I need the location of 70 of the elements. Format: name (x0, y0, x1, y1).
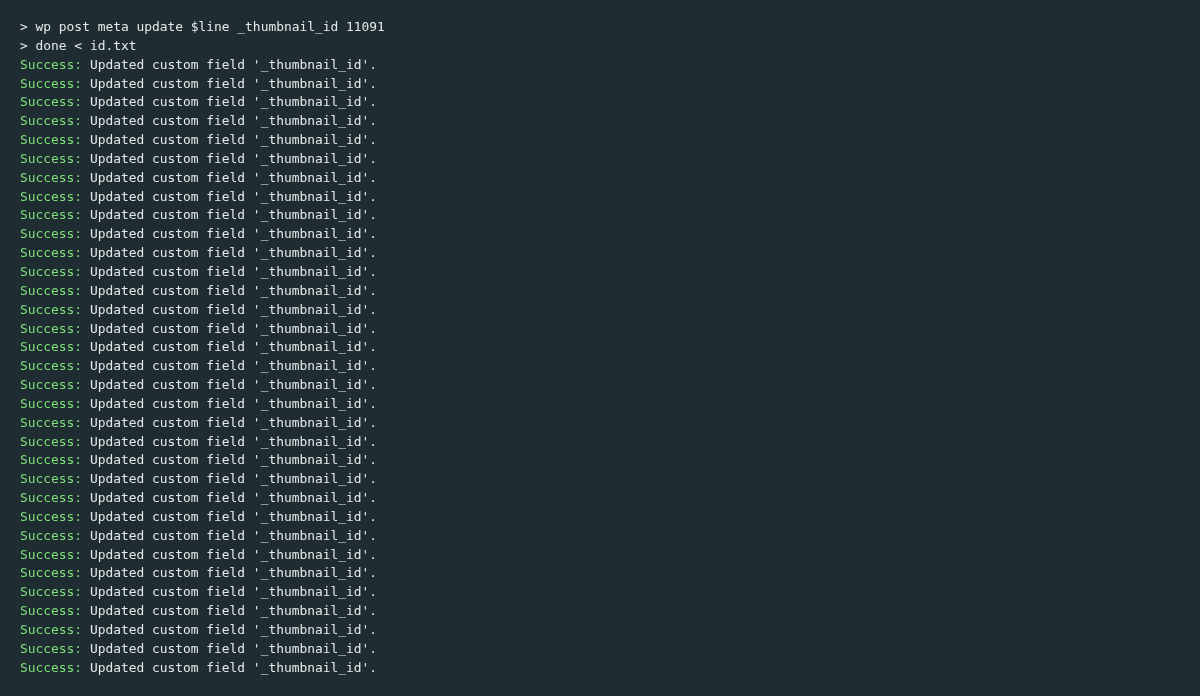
status-label: Success: (20, 93, 83, 112)
output-text: Updated custom field '_thumbnail_id'. (89, 621, 378, 639)
status-label: Success: (20, 55, 83, 74)
output-text: Updated custom field '_thumbnail_id'. (89, 470, 378, 489)
status-label: Success: (20, 526, 83, 545)
output-text: Updated custom field '_thumbnail_id'. (89, 489, 378, 508)
output-text: Updated custom field '_thumbnail_id'. (89, 149, 378, 168)
status-label: Success: (20, 338, 83, 357)
status-label: Success: (20, 112, 83, 131)
status-label: Success: (20, 451, 83, 470)
output-text: Updated custom field '_thumbnail_id'. (89, 225, 378, 244)
output-text: Updated custom field '_thumbnail_id'. (89, 413, 378, 432)
status-label: Success: (20, 206, 83, 225)
output-text: Updated custom field '_thumbnail_id'. (89, 319, 378, 338)
status-label: Success: (20, 602, 83, 621)
output-text: Updated custom field '_thumbnail_id'. (89, 451, 378, 470)
output-text: Updated custom field '_thumbnail_id'. (89, 376, 378, 395)
output-text: Updated custom field '_thumbnail_id'. (89, 602, 378, 621)
output-text: Updated custom field '_thumbnail_id'. (89, 639, 378, 658)
output-text: Updated custom field '_thumbnail_id'. (89, 583, 378, 602)
output-text: Updated custom field '_thumbnail_id'. (89, 168, 378, 187)
status-label: Success: (20, 225, 83, 244)
output-text: Updated custom field '_thumbnail_id'. (89, 338, 378, 357)
status-label: Success: (20, 413, 83, 432)
output-text: Updated custom field '_thumbnail_id'. (89, 658, 378, 677)
output-text: Updated custom field '_thumbnail_id'. (89, 357, 378, 376)
output-text: Updated custom field '_thumbnail_id'. (89, 545, 378, 564)
status-label: Success: (20, 621, 83, 639)
output-text: Updated custom field '_thumbnail_id'. (89, 74, 378, 93)
status-label: Success: (20, 545, 83, 564)
status-label: Success: (20, 74, 83, 93)
status-label: Success: (20, 394, 83, 413)
output-text: Updated custom field '_thumbnail_id'. (89, 262, 378, 281)
status-label: Success: (20, 244, 83, 263)
status-label: Success: (20, 507, 83, 526)
status-label: Success: (20, 357, 83, 376)
output-text: Updated custom field '_thumbnail_id'. (89, 187, 378, 206)
status-label: Success: (20, 131, 83, 150)
status-label: Success: (20, 470, 83, 489)
status-label: Success: (20, 376, 83, 395)
status-label: Success: (20, 187, 83, 206)
status-label: Success: (20, 319, 83, 338)
status-label: Success: (20, 149, 83, 168)
prompt-symbol: > (20, 36, 28, 55)
output-text: Updated custom field '_thumbnail_id'. (89, 206, 378, 225)
status-label: Success: (20, 658, 83, 677)
output-text: Updated custom field '_thumbnail_id'. (89, 93, 378, 112)
status-label: Success: (20, 639, 83, 658)
output-text: Updated custom field '_thumbnail_id'. (89, 300, 378, 319)
output-text: Updated custom field '_thumbnail_id'. (89, 526, 378, 545)
status-label: Success: (20, 300, 83, 319)
output-text: Updated custom field '_thumbnail_id'. (89, 244, 378, 263)
output-text: Updated custom field '_thumbnail_id'. (89, 564, 378, 583)
output-text: Updated custom field '_thumbnail_id'. (89, 507, 378, 526)
output-text: Updated custom field '_thumbnail_id'. (89, 432, 378, 451)
prompt-symbol: > (20, 18, 28, 36)
output-text: Updated custom field '_thumbnail_id'. (89, 281, 378, 300)
status-label: Success: (20, 262, 83, 281)
output-text: Updated custom field '_thumbnail_id'. (89, 112, 378, 131)
command-text: wp post meta update $line _thumbnail_id 11091 (35, 18, 385, 36)
output-text: Updated custom field '_thumbnail_id'. (89, 55, 378, 74)
output-text: Updated custom field '_thumbnail_id'. (89, 131, 378, 150)
status-label: Success: (20, 583, 83, 602)
command-text: done < id.txt (35, 36, 137, 55)
status-label: Success: (20, 489, 83, 508)
status-label: Success: (20, 281, 83, 300)
status-label: Success: (20, 432, 83, 451)
status-label: Success: (20, 168, 83, 187)
status-label: Success: (20, 564, 83, 583)
output-text: Updated custom field '_thumbnail_id'. (89, 394, 378, 413)
